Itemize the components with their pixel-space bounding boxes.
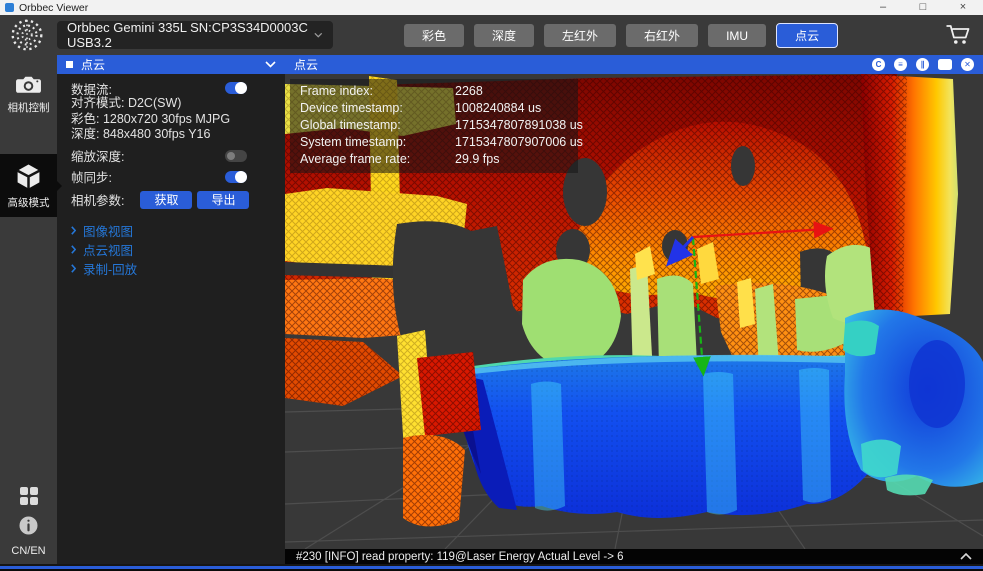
data-stream-toggle[interactable] xyxy=(225,82,247,94)
orbbec-logo-icon xyxy=(9,17,45,53)
device-selector-value: Orbbec Gemini 335L SN:CP3S34D0003C USB3.… xyxy=(67,20,314,50)
info-value: 1008240884 us xyxy=(455,100,541,117)
square-bullet-icon xyxy=(66,61,73,68)
info-value: 1715347807907006 us xyxy=(455,134,583,151)
pause-icon[interactable]: ∥ xyxy=(916,58,929,71)
window-title: Orbbec Viewer xyxy=(19,2,88,14)
stream-button-right-ir[interactable]: 右红外 xyxy=(626,24,698,47)
capture-icon[interactable]: C xyxy=(872,58,885,71)
camera-icon xyxy=(15,74,42,95)
sidebar: 相机控制 高级模式 CN/EN xyxy=(0,55,57,564)
info-label: Average frame rate: xyxy=(300,151,455,168)
get-params-button[interactable]: 获取 xyxy=(140,191,192,209)
maximize-button[interactable]: □ xyxy=(903,0,943,15)
settings-panel: 点云 数据流: 对齐模式: D2C(SW) 彩色: 1280x720 30fps… xyxy=(57,55,285,564)
viewer-title: 点云 xyxy=(294,56,318,73)
panel-body: 数据流: 对齐模式: D2C(SW) 彩色: 1280x720 30fps MJ… xyxy=(57,74,285,278)
info-row: Device timestamp: 1008240884 us xyxy=(300,100,578,117)
info-label: Global timestamp: xyxy=(300,117,455,134)
frame-sync-label: 帧同步: xyxy=(71,167,112,186)
toggle-knob xyxy=(235,171,247,183)
cart-icon[interactable] xyxy=(945,23,970,46)
panel-header[interactable]: 点云 xyxy=(57,55,285,74)
sidebar-item-label: 相机控制 xyxy=(8,100,50,115)
stream-buttons: 彩色 深度 左红外 右红外 IMU 点云 xyxy=(404,23,838,48)
scale-depth-toggle[interactable] xyxy=(225,150,247,162)
frame-info-overlay: Frame index: 2268 Device timestamp: 1008… xyxy=(290,79,578,173)
info-label: System timestamp: xyxy=(300,134,455,151)
panel-title: 点云 xyxy=(81,56,105,73)
export-params-button[interactable]: 导出 xyxy=(197,191,249,209)
stream-button-pointcloud[interactable]: 点云 xyxy=(776,23,838,48)
panel-sections: 图像视图 点云视图 录制-回放 xyxy=(71,221,273,278)
window-controls: – □ × xyxy=(863,0,983,15)
info-value: 2268 xyxy=(455,83,483,100)
app-icon xyxy=(5,3,14,12)
save-frame-icon[interactable] xyxy=(938,59,952,70)
section-label: 录制-回放 xyxy=(83,259,137,278)
chevron-down-icon xyxy=(314,32,323,38)
align-mode-value: 对齐模式: D2C(SW) xyxy=(71,96,273,112)
info-value: 29.9 fps xyxy=(455,151,499,168)
toggle-knob xyxy=(227,152,235,160)
stream-button-imu[interactable]: IMU xyxy=(708,24,766,47)
toggle-knob xyxy=(235,82,247,94)
info-row: Average frame rate: 29.9 fps xyxy=(300,151,578,168)
depth-format-value: 深度: 848x480 30fps Y16 xyxy=(71,127,273,143)
color-format-value: 彩色: 1280x720 30fps MJPG xyxy=(71,112,273,128)
info-value: 1715347807891038 us xyxy=(455,117,583,134)
camera-params-label: 相机参数: xyxy=(71,190,124,209)
viewer-header: 点云 C ≡ ∥ ✕ xyxy=(285,55,983,74)
data-stream-label: 数据流: xyxy=(71,79,112,98)
chevron-down-icon[interactable] xyxy=(265,61,276,68)
info-row: Global timestamp: 1715347807891038 us xyxy=(300,117,578,134)
chevron-right-icon xyxy=(71,264,76,273)
info-row: Frame index: 2268 xyxy=(300,83,578,100)
info-row: System timestamp: 1715347807907006 us xyxy=(300,134,578,151)
frame-sync-toggle[interactable] xyxy=(225,171,247,183)
close-button[interactable]: × xyxy=(943,0,983,15)
section-label: 图像视图 xyxy=(83,221,133,240)
close-stream-icon[interactable]: ✕ xyxy=(961,58,974,71)
title-bar: Orbbec Viewer – □ × xyxy=(0,0,983,15)
stream-button-left-ir[interactable]: 左红外 xyxy=(544,24,616,47)
data-stream-row: 数据流: xyxy=(71,80,273,96)
stream-button-color[interactable]: 彩色 xyxy=(404,24,464,47)
pointcloud-viewport[interactable]: Frame index: 2268 Device timestamp: 1008… xyxy=(285,74,983,549)
sidebar-item-camera-control[interactable]: 相机控制 xyxy=(0,65,57,122)
apps-grid-icon[interactable] xyxy=(19,486,39,506)
info-label: Device timestamp: xyxy=(300,100,455,117)
cube-icon xyxy=(15,163,42,190)
toolbar: Orbbec Gemini 335L SN:CP3S34D0003C USB3.… xyxy=(0,15,983,55)
section-pointcloud-view[interactable]: 点云视图 xyxy=(71,240,273,259)
camera-params-row: 相机参数: 获取 导出 xyxy=(71,189,273,211)
sidebar-item-label: 高级模式 xyxy=(8,195,50,210)
log-status-bar: #230 [INFO] read property: 119@Laser Ene… xyxy=(285,549,983,564)
info-label: Frame index: xyxy=(300,83,455,100)
pointcloud-viewer: 点云 C ≡ ∥ ✕ xyxy=(285,55,983,564)
sidebar-bottom: CN/EN xyxy=(0,486,57,557)
section-image-view[interactable]: 图像视图 xyxy=(71,221,273,240)
viewer-toolbar-icons: C ≡ ∥ ✕ xyxy=(872,58,974,71)
sidebar-item-advanced-mode[interactable]: 高级模式 xyxy=(0,154,57,217)
section-record-playback[interactable]: 录制-回放 xyxy=(71,259,273,278)
frame-sync-row: 帧同步: xyxy=(71,169,273,185)
stream-button-depth[interactable]: 深度 xyxy=(474,24,534,47)
language-toggle[interactable]: CN/EN xyxy=(11,545,45,557)
orbbec-viewer-window: Orbbec Viewer – □ × Orbbec Gemini 335L S… xyxy=(0,0,983,571)
scale-depth-row: 缩放深度: xyxy=(71,148,273,164)
log-icon[interactable]: ≡ xyxy=(894,58,907,71)
chevron-right-icon xyxy=(71,245,76,254)
window-bottom-border xyxy=(0,564,983,571)
chevron-up-icon[interactable] xyxy=(960,553,972,560)
scale-depth-label: 缩放深度: xyxy=(71,146,124,165)
log-message: #230 [INFO] read property: 119@Laser Ene… xyxy=(296,551,624,563)
device-selector[interactable]: Orbbec Gemini 335L SN:CP3S34D0003C USB3.… xyxy=(57,21,333,49)
section-label: 点云视图 xyxy=(83,240,133,259)
minimize-button[interactable]: – xyxy=(863,0,903,15)
chevron-right-icon xyxy=(71,226,76,235)
info-icon[interactable] xyxy=(19,516,38,535)
